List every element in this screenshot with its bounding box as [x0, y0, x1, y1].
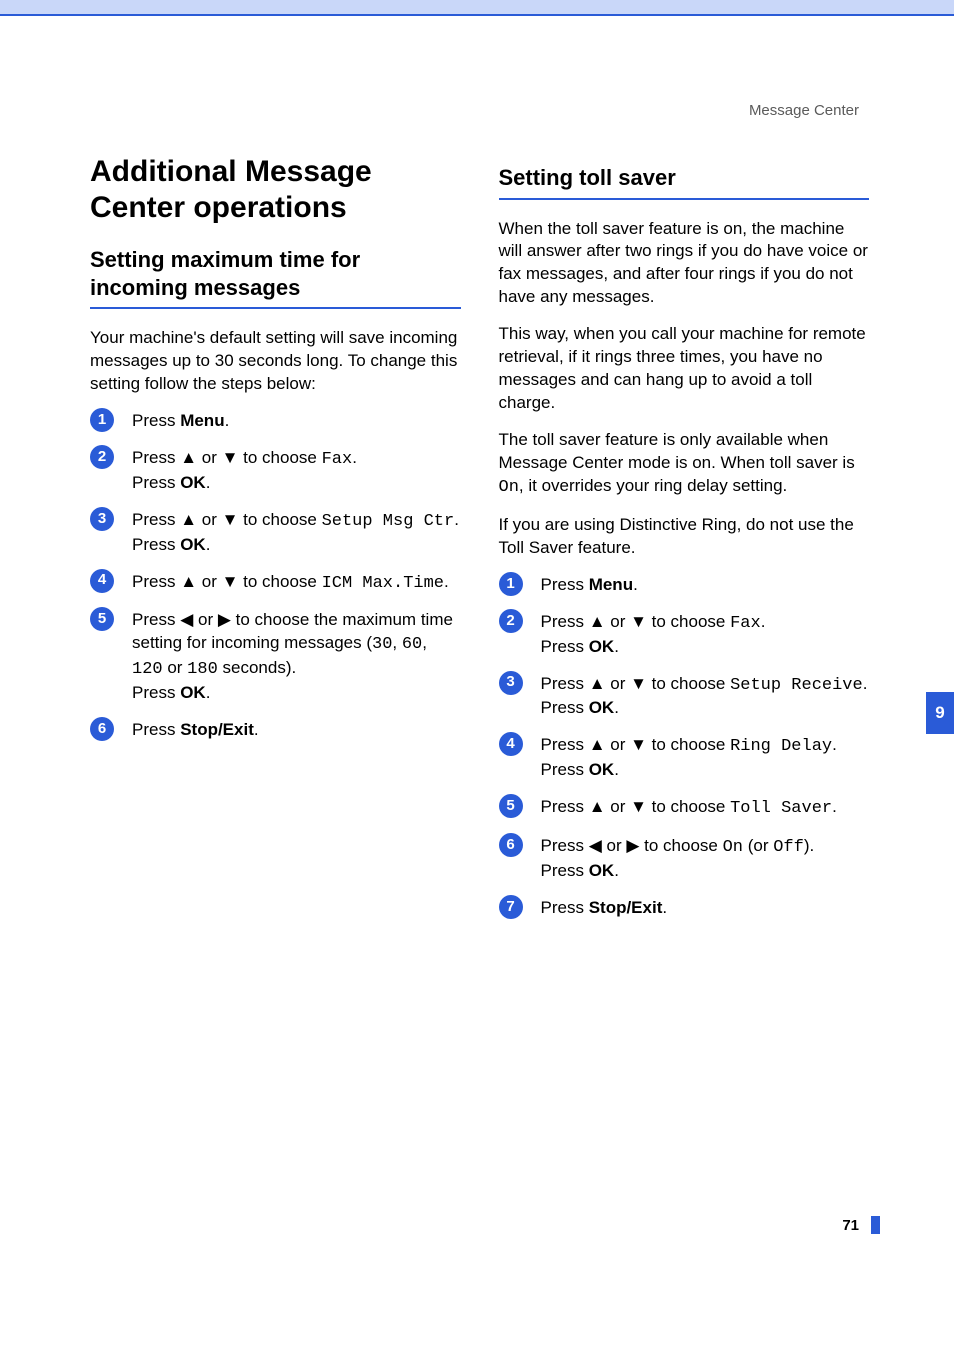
step-list-right: 1 Press Menu. 2 Press ▲ or ▼ to choose Fax.…	[499, 574, 870, 934]
section-rule	[499, 198, 870, 200]
step-item: 5 Press ▲ or ▼ to choose Toll Saver.	[499, 796, 870, 835]
step-text: Press ▲ or ▼ to choose Ring Delay.Press …	[541, 735, 837, 779]
step-number-badge: 5	[90, 607, 114, 631]
step-item: 5 Press ◀ or ▶ to choose the maximum time…	[90, 609, 461, 719]
step-number-badge: 7	[499, 895, 523, 919]
step-item: 4 Press ▲ or ▼ to choose ICM Max.Time.	[90, 571, 461, 610]
left-column: Additional Message Center operations Set…	[90, 154, 461, 934]
intro-paragraph-left: Your machine's default setting will save…	[90, 327, 461, 396]
section-heading-left: Setting maximum time for incoming messag…	[90, 246, 461, 301]
step-number-badge: 2	[499, 609, 523, 633]
main-heading: Additional Message Center operations	[90, 154, 461, 226]
step-number-badge: 6	[90, 717, 114, 741]
step-number-badge: 3	[499, 671, 523, 695]
step-text: Press ▲ or ▼ to choose Toll Saver.	[541, 797, 837, 816]
step-item: 2 Press ▲ or ▼ to choose Fax.Press OK.	[499, 611, 870, 673]
step-text: Press Menu.	[132, 411, 229, 430]
step-text: Press ◀ or ▶ to choose the maximum time …	[132, 610, 453, 702]
step-text: Press Stop/Exit.	[132, 720, 259, 739]
step-text: Press ▲ or ▼ to choose Setup Msg Ctr.Pre…	[132, 510, 459, 554]
step-text: Press ◀ or ▶ to choose On (or Off).Press…	[541, 836, 815, 880]
paragraph: This way, when you call your machine for…	[499, 323, 870, 415]
step-item: 6 Press Stop/Exit.	[90, 719, 461, 756]
page-marker	[871, 1216, 880, 1234]
step-text: Press Menu.	[541, 575, 638, 594]
step-number-badge: 1	[90, 408, 114, 432]
paragraph: If you are using Distinctive Ring, do no…	[499, 514, 870, 560]
running-header: Message Center	[749, 102, 859, 119]
step-text: Press ▲ or ▼ to choose Fax.Press OK.	[132, 448, 357, 492]
section-rule	[90, 307, 461, 309]
step-item: 3 Press ▲ or ▼ to choose Setup Receive.Pr…	[499, 673, 870, 735]
paragraph: The toll saver feature is only available…	[499, 429, 870, 500]
step-item: 2 Press ▲ or ▼ to choose Fax.Press OK.	[90, 447, 461, 509]
step-text: Press ▲ or ▼ to choose ICM Max.Time.	[132, 572, 449, 591]
page-body: Message Center Additional Message Center…	[0, 16, 954, 1276]
step-item: 4 Press ▲ or ▼ to choose Ring Delay.Press…	[499, 734, 870, 796]
step-number-badge: 2	[90, 445, 114, 469]
step-text: Press Stop/Exit.	[541, 898, 668, 917]
step-number-badge: 4	[499, 732, 523, 756]
page-number: 71	[842, 1217, 859, 1234]
step-number-badge: 5	[499, 794, 523, 818]
step-item: 6 Press ◀ or ▶ to choose On (or Off).Pres…	[499, 835, 870, 897]
step-number-badge: 3	[90, 507, 114, 531]
paragraph: When the toll saver feature is on, the m…	[499, 218, 870, 310]
header-band	[0, 0, 954, 14]
step-number-badge: 4	[90, 569, 114, 593]
step-number-badge: 1	[499, 572, 523, 596]
step-item: 3 Press ▲ or ▼ to choose Setup Msg Ctr.Pr…	[90, 509, 461, 571]
step-item: 1 Press Menu.	[499, 574, 870, 611]
chapter-tab: 9	[926, 692, 954, 734]
step-text: Press ▲ or ▼ to choose Fax.Press OK.	[541, 612, 766, 656]
right-column: Setting toll saver When the toll saver f…	[499, 154, 870, 934]
section-heading-right: Setting toll saver	[499, 164, 870, 192]
step-list-left: 1 Press Menu. 2 Press ▲ or ▼ to choose Fax.…	[90, 410, 461, 756]
step-item: 7 Press Stop/Exit.	[499, 897, 870, 934]
two-column-layout: Additional Message Center operations Set…	[90, 154, 869, 934]
step-number-badge: 6	[499, 833, 523, 857]
step-item: 1 Press Menu.	[90, 410, 461, 447]
step-text: Press ▲ or ▼ to choose Setup Receive.Pre…	[541, 674, 868, 718]
